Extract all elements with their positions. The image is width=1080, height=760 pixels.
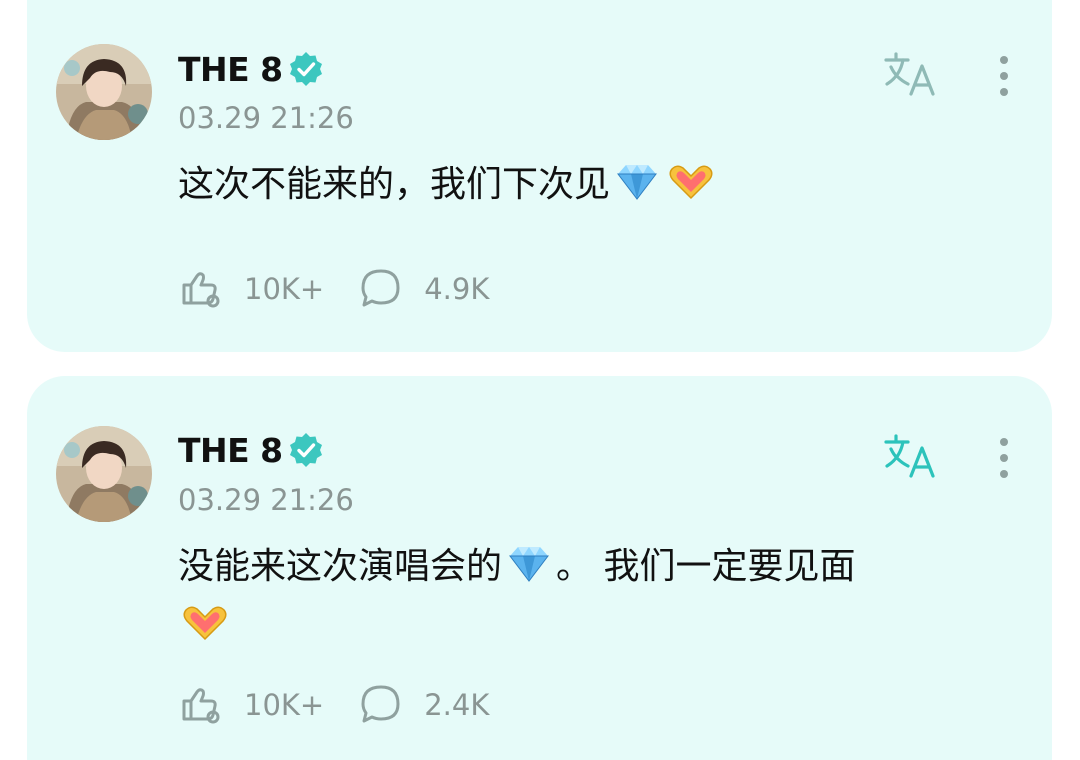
verified-badge-icon <box>289 433 322 467</box>
comment-count: 4.9K <box>424 272 490 306</box>
comment-icon[interactable] <box>358 683 404 727</box>
gem-emoji <box>504 544 554 599</box>
more-vertical-icon[interactable] <box>989 52 1019 102</box>
comment-count: 2.4K <box>424 688 490 722</box>
post-text-part: 这次不能来的，我们下次见 <box>178 164 611 205</box>
like-icon[interactable] <box>178 267 224 311</box>
post-text-part: 。 我们一定要见面 <box>556 546 856 587</box>
post-card[interactable]: THE 8 03.29 21:26 没能来这次演唱会的 。 我们一定要见面 10K… <box>27 376 1052 760</box>
avatar[interactable] <box>56 426 152 522</box>
gem-emoji <box>612 162 662 217</box>
post-feed: THE 8 03.29 21:26 这次不能来的，我们下次见 10K+ 4.9K <box>0 0 1080 760</box>
post-text-part: 没能来这次演唱会的 <box>178 546 503 587</box>
like-icon[interactable] <box>178 683 224 727</box>
author-name[interactable]: THE 8 <box>178 431 283 470</box>
author-row: THE 8 <box>178 430 325 470</box>
author-row: THE 8 <box>178 49 325 89</box>
more-vertical-icon[interactable] <box>989 434 1019 484</box>
avatar[interactable] <box>56 44 152 140</box>
post-card[interactable]: THE 8 03.29 21:26 这次不能来的，我们下次见 10K+ 4.9K <box>27 0 1052 352</box>
post-stats: 10K+ 4.9K <box>178 267 489 311</box>
heart-hands-emoji <box>180 603 230 658</box>
comment-icon[interactable] <box>358 267 404 311</box>
translate-icon[interactable] <box>882 432 942 482</box>
author-name[interactable]: THE 8 <box>178 50 283 89</box>
translate-icon[interactable] <box>882 50 942 100</box>
post-stats: 10K+ 2.4K <box>178 683 489 727</box>
post-timestamp: 03.29 21:26 <box>178 483 354 517</box>
post-text: 这次不能来的，我们下次见 <box>178 158 998 217</box>
post-text: 没能来这次演唱会的 。 我们一定要见面 <box>178 540 998 658</box>
post-timestamp: 03.29 21:26 <box>178 101 354 135</box>
heart-hands-emoji <box>666 162 716 217</box>
like-count: 10K+ <box>244 272 325 306</box>
like-count: 10K+ <box>244 688 325 722</box>
verified-badge-icon <box>289 52 322 86</box>
